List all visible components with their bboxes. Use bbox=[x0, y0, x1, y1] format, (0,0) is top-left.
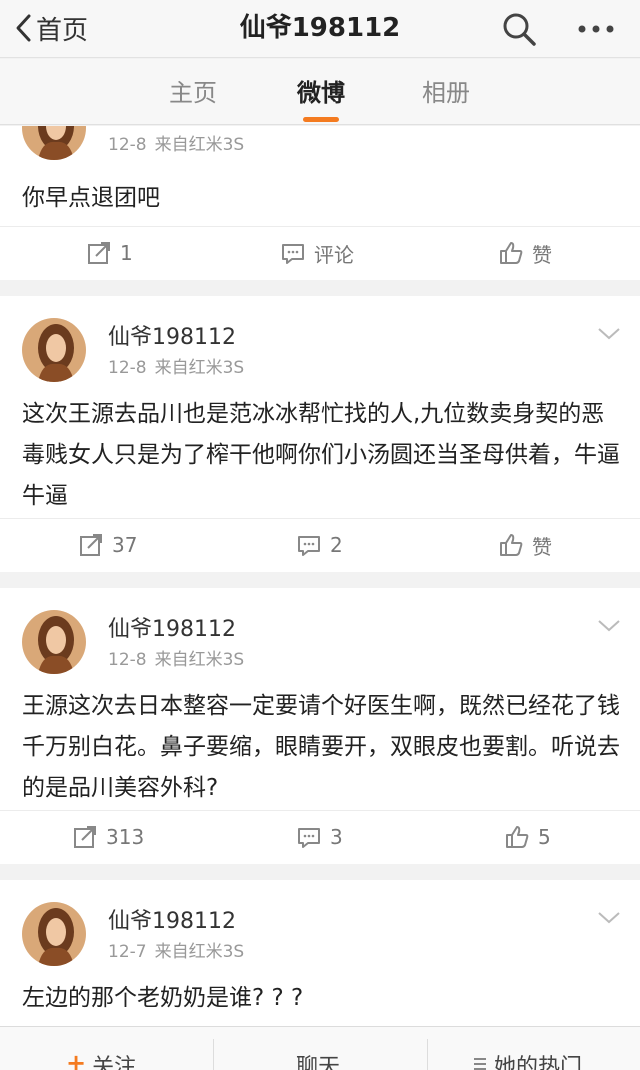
search-icon[interactable] bbox=[500, 10, 538, 48]
follow-label: 关注 bbox=[92, 1055, 137, 1070]
profile-tabs: 主页 微博 相册 bbox=[0, 59, 640, 125]
profile-bottom-bar: + 关注 聊天 她的热门 bbox=[0, 1026, 640, 1070]
like-count: 赞 bbox=[532, 534, 552, 559]
comment-count: 评论 bbox=[314, 242, 354, 267]
chevron-down-icon[interactable] bbox=[596, 326, 622, 342]
post-date: 12-8 bbox=[108, 135, 147, 155]
post-text: 你早点退团吧 bbox=[22, 185, 160, 211]
divider bbox=[213, 1039, 214, 1070]
like-button[interactable]: 赞 bbox=[498, 519, 552, 571]
post-source: 来自红米3S bbox=[154, 942, 245, 962]
post-meta: 12-8 来自红米3S bbox=[108, 649, 244, 671]
repost-count: 37 bbox=[112, 533, 138, 557]
avatar-image bbox=[22, 126, 86, 160]
post-actions: 37 2 赞 bbox=[0, 518, 640, 570]
comment-count: 2 bbox=[330, 533, 343, 557]
divider bbox=[427, 1039, 428, 1070]
post-card: 仙爷198112 12-8 来自红米3S 这次王源去品川也是范冰冰帮忙找的人,九位… bbox=[0, 296, 640, 572]
repost-button[interactable]: 37 bbox=[78, 519, 137, 571]
post-meta: 12-8 来自红米3S bbox=[108, 134, 244, 156]
comment-icon bbox=[298, 828, 320, 848]
chat-button[interactable]: 聊天 bbox=[296, 1027, 340, 1070]
avatar[interactable] bbox=[22, 610, 86, 674]
post-date: 12-7 bbox=[108, 942, 147, 962]
chevron-down-icon[interactable] bbox=[596, 910, 622, 926]
avatar-image bbox=[22, 902, 86, 966]
post-text: 左边的那个老奶奶是谁? ? ? bbox=[22, 985, 304, 1011]
page-title: 仙爷198112 bbox=[239, 13, 401, 43]
more-icon[interactable] bbox=[574, 10, 618, 48]
post-source: 来自红米3S bbox=[154, 358, 245, 378]
comment-count: 3 bbox=[330, 825, 343, 849]
comment-icon bbox=[298, 536, 320, 556]
post-meta: 12-8 来自红米3S bbox=[108, 357, 244, 379]
avatar[interactable] bbox=[22, 126, 86, 160]
hot-posts-label: 她的热门 bbox=[494, 1055, 583, 1070]
menu-icon bbox=[474, 1058, 486, 1070]
tab-weibo[interactable]: 微博 bbox=[281, 77, 361, 109]
plus-icon: + bbox=[66, 1049, 87, 1070]
thumbs-up-icon bbox=[500, 534, 523, 556]
post-feed: 12-8 来自红米3S 你早点退团吧 1 评论 赞 仙爷198112 12-8 … bbox=[0, 126, 640, 1026]
comment-button[interactable]: 2 bbox=[296, 519, 343, 571]
post-actions: 1 评论 赞 bbox=[0, 226, 640, 278]
repost-icon bbox=[80, 534, 102, 556]
active-tab-indicator bbox=[303, 117, 339, 122]
chevron-down-icon[interactable] bbox=[596, 618, 622, 634]
post-card: 仙爷198112 12-8 来自红米3S 王源这次去日本整容一定要请个好医生啊，既… bbox=[0, 588, 640, 864]
follow-button[interactable]: + 关注 bbox=[66, 1027, 136, 1070]
post-actions: 313 3 5 bbox=[0, 810, 640, 862]
post-username[interactable]: 仙爷198112 bbox=[108, 908, 236, 936]
comment-icon bbox=[282, 244, 304, 264]
repost-button[interactable]: 1 bbox=[86, 227, 133, 279]
post-meta: 12-7 来自红米3S bbox=[108, 941, 244, 963]
hot-posts-button[interactable]: 她的热门 bbox=[472, 1027, 582, 1070]
repost-icon bbox=[74, 826, 96, 848]
post-username[interactable]: 仙爷198112 bbox=[108, 324, 236, 352]
repost-button[interactable]: 313 bbox=[72, 811, 144, 863]
like-button[interactable]: 5 bbox=[504, 811, 551, 863]
post-date: 12-8 bbox=[108, 650, 147, 670]
repost-count: 1 bbox=[120, 241, 133, 265]
top-navbar: 首页 仙爷198112 bbox=[0, 0, 640, 58]
comment-button[interactable]: 评论 bbox=[280, 227, 354, 279]
thumbs-up-icon bbox=[506, 826, 529, 848]
avatar[interactable] bbox=[22, 318, 86, 382]
thumbs-up-icon bbox=[500, 242, 523, 264]
tab-album[interactable]: 相册 bbox=[406, 77, 486, 109]
post-text: 王源这次去日本整容一定要请个好医生啊，既然已经花了钱千万别白花。鼻子要缩，眼睛要… bbox=[22, 693, 620, 801]
avatar[interactable] bbox=[22, 902, 86, 966]
chat-label: 聊天 bbox=[296, 1055, 341, 1070]
post-text: 这次王源去品川也是范冰冰帮忙找的人,九位数卖身契的恶毒贱女人只是为了榨干他啊你们… bbox=[22, 401, 620, 509]
post-source: 来自红米3S bbox=[154, 135, 245, 155]
like-count: 赞 bbox=[532, 242, 552, 267]
post-source: 来自红米3S bbox=[154, 650, 245, 670]
post-card: 12-8 来自红米3S 你早点退团吧 1 评论 赞 bbox=[0, 126, 640, 280]
post-username[interactable]: 仙爷198112 bbox=[108, 616, 236, 644]
post-card: 仙爷198112 12-7 来自红米3S 左边的那个老奶奶是谁? ? ? bbox=[0, 880, 640, 1026]
repost-icon bbox=[88, 242, 110, 264]
avatar-image bbox=[22, 318, 86, 382]
tab-home[interactable]: 主页 bbox=[153, 77, 233, 109]
like-button[interactable]: 赞 bbox=[498, 227, 552, 279]
post-date: 12-8 bbox=[108, 358, 147, 378]
avatar-image bbox=[22, 610, 86, 674]
like-count: 5 bbox=[538, 825, 551, 849]
comment-button[interactable]: 3 bbox=[296, 811, 343, 863]
repost-count: 313 bbox=[106, 825, 145, 849]
